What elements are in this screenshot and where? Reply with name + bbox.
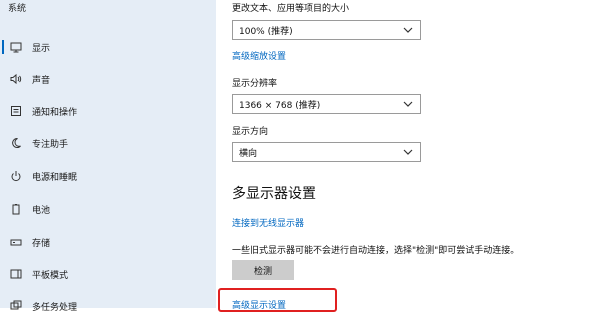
sidebar-item-multitasking[interactable]: 多任务处理 [0, 294, 216, 318]
multi-display-heading: 多显示器设置 [232, 186, 316, 202]
resolution-label: 显示分辨率 [232, 79, 278, 89]
orientation-label: 显示方向 [232, 127, 269, 137]
orientation-dropdown[interactable]: 横向 [232, 142, 421, 162]
sidebar-item-label: 声音 [32, 75, 51, 86]
chevron-down-icon [402, 24, 414, 36]
sidebar-item-label: 存储 [32, 238, 51, 249]
battery-icon [9, 202, 23, 216]
multitask-icon [9, 299, 23, 313]
orientation-value: 横向 [239, 148, 258, 159]
sidebar-item-storage[interactable]: 存储 [0, 230, 216, 254]
sidebar-item-label: 多任务处理 [32, 302, 78, 313]
sidebar-item-label: 显示 [32, 43, 51, 54]
advanced-scaling-link[interactable]: 高级缩放设置 [232, 49, 286, 62]
power-icon [9, 169, 23, 183]
display-settings-pane: 更改文本、应用等项目的大小 100% (推荐) 高级缩放设置 显示分辨率 136… [216, 0, 607, 312]
moon-icon [9, 136, 23, 150]
speaker-icon [9, 72, 23, 86]
sidebar-item-focus-assist[interactable]: 专注助手 [0, 131, 216, 155]
scale-label: 更改文本、应用等项目的大小 [232, 4, 350, 14]
storage-icon [9, 235, 23, 249]
sidebar-item-display[interactable]: 显示 [0, 35, 216, 59]
sidebar-item-label: 电池 [32, 205, 51, 216]
resolution-value: 1366 × 768 (推荐) [239, 100, 321, 111]
sidebar-item-notifications[interactable]: 通知和操作 [0, 99, 216, 123]
sidebar-item-label: 平板模式 [32, 270, 69, 281]
sidebar-item-label: 专注助手 [32, 139, 69, 150]
monitor-icon [9, 40, 23, 54]
sidebar-item-tablet-mode[interactable]: 平板模式 [0, 262, 216, 286]
sidebar-item-power-sleep[interactable]: 电源和睡眠 [0, 164, 216, 188]
sidebar-item-battery[interactable]: 电池 [0, 197, 216, 221]
scale-dropdown[interactable]: 100% (推荐) [232, 20, 421, 40]
chevron-down-icon [402, 98, 414, 110]
resolution-dropdown[interactable]: 1366 × 768 (推荐) [232, 94, 421, 114]
sidebar-item-label: 通知和操作 [32, 107, 78, 118]
notification-icon [9, 104, 23, 118]
sidebar-title: 系统 [8, 4, 27, 14]
tablet-icon [9, 267, 23, 281]
sidebar: 系统 显示 声音 通知和操作 专注助手 电源和睡眠 电池 存储 平板模式 多任务… [0, 0, 216, 313]
detect-button[interactable]: 检测 [232, 260, 294, 280]
sidebar-item-label: 电源和睡眠 [32, 172, 78, 183]
chevron-down-icon [402, 146, 414, 158]
scale-value: 100% (推荐) [239, 26, 293, 37]
highlight-box [218, 288, 337, 312]
sidebar-item-sound[interactable]: 声音 [0, 67, 216, 91]
wireless-display-link[interactable]: 连接到无线显示器 [232, 216, 304, 229]
detect-note: 一些旧式显示器可能不会进行自动连接，选择"检测"即可尝试手动连接。 [232, 246, 520, 256]
